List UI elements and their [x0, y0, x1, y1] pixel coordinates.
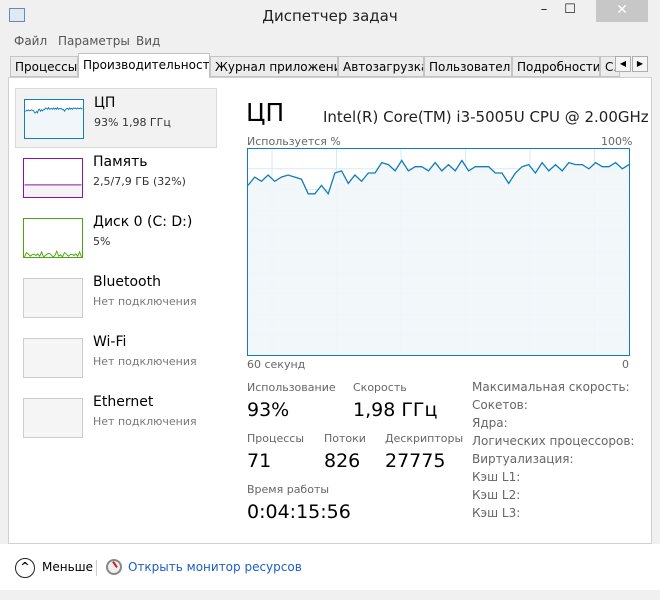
- handles-value: 27775: [385, 450, 446, 472]
- sidebar-item-ethernet[interactable]: Ethernet Нет подключения: [15, 388, 217, 448]
- sidebar-item-cpu-name: ЦП: [94, 95, 116, 111]
- sidebar-item-ethernet-status: Нет подключения: [93, 415, 197, 428]
- threads-label: Потоки: [324, 432, 366, 445]
- sidebar-item-memory[interactable]: Память 2,5/7,9 ГБ (32%): [15, 148, 217, 208]
- tab-details[interactable]: Подробности: [512, 56, 600, 77]
- title-bar: Диспетчер задач – ☐ ✕: [0, 0, 660, 32]
- tab-performance[interactable]: Производительность: [78, 53, 210, 78]
- tab-scroll-left[interactable]: ◀: [615, 56, 631, 72]
- cpu-model: Intel(R) Core(TM) i3-5005U CPU @ 2.00GHz: [323, 108, 649, 126]
- window-border: [0, 590, 660, 600]
- sidebar-item-cpu-thumbnail: [24, 99, 84, 139]
- tab-processes[interactable]: Процессы: [10, 56, 78, 77]
- processes-value: 71: [247, 450, 272, 472]
- sidebar-item-cpu-status: 93% 1,98 ГГц: [94, 116, 171, 129]
- sidebar-item-memory-name: Память: [93, 154, 148, 170]
- sidebar-item-memory-thumbnail: [23, 158, 83, 198]
- threads-value: 826: [324, 450, 361, 472]
- speed-label: Скорость: [353, 381, 407, 394]
- spec-label: Виртуализация:: [472, 452, 574, 466]
- chart-title: Используется %: [247, 135, 341, 148]
- sidebar-item-ethernet-thumbnail: [23, 398, 83, 438]
- chart-ymax-label: 100%: [601, 135, 633, 148]
- sidebar-item-wifi-name: Wi-Fi: [93, 334, 127, 350]
- sidebar-item-wifi-status: Нет подключения: [93, 355, 197, 368]
- close-button[interactable]: ✕: [596, 0, 648, 22]
- spec-label: Кэш L1:: [472, 470, 521, 484]
- chevron-up-icon[interactable]: ^: [15, 558, 35, 578]
- chart-xlabel-left: 60 секунд: [247, 358, 306, 371]
- processes-label: Процессы: [247, 432, 305, 445]
- spec-label: Кэш L2:: [472, 488, 521, 502]
- menu-file[interactable]: Файл: [14, 34, 47, 48]
- spec-label: Ядра:: [472, 416, 508, 430]
- usage-value: 93%: [247, 399, 290, 421]
- sidebar-item-wifi-thumbnail: [23, 338, 83, 378]
- sidebar-item-disk-name: Диск 0 (C: D:): [93, 214, 193, 230]
- tab-users[interactable]: Пользователи: [424, 56, 512, 77]
- open-resource-monitor-link[interactable]: Открыть монитор ресурсов: [128, 560, 302, 574]
- chart-xlabel-right: 0: [622, 358, 629, 371]
- spec-label: Максимальная скорость:: [472, 380, 630, 394]
- cpu-usage-area: [248, 160, 629, 356]
- tab-startup[interactable]: Автозагрузка: [338, 56, 424, 77]
- sidebar-item-wifi[interactable]: Wi-Fi Нет подключения: [15, 328, 217, 388]
- cpu-usage-chart: [247, 148, 630, 356]
- handles-label: Дескрипторы: [385, 432, 464, 445]
- tab-bar: Процессы Производительность Журнал прило…: [8, 53, 658, 78]
- resource-monitor-icon: [106, 559, 122, 575]
- spec-label: Кэш L3:: [472, 506, 521, 520]
- tab-app-history[interactable]: Журнал приложений: [210, 56, 338, 77]
- menu-view[interactable]: Вид: [136, 34, 160, 48]
- sidebar-item-bluetooth-thumbnail: [23, 278, 83, 318]
- fewer-details-button[interactable]: Меньше: [42, 560, 93, 574]
- divider: [96, 560, 97, 576]
- sidebar-item-ethernet-name: Ethernet: [93, 394, 154, 410]
- speed-value: 1,98 ГГц: [353, 399, 438, 421]
- sidebar-item-bluetooth-name: Bluetooth: [93, 274, 161, 290]
- sidebar-item-memory-status: 2,5/7,9 ГБ (32%): [93, 175, 186, 188]
- sidebar-item-disk-thumbnail: [23, 218, 83, 258]
- tab-scroll-right[interactable]: ▶: [632, 56, 648, 72]
- sidebar-item-bluetooth[interactable]: Bluetooth Нет подключения: [15, 268, 217, 328]
- spec-label: Логических процессоров:: [472, 434, 635, 448]
- minimize-button[interactable]: –: [530, 0, 558, 22]
- sidebar-item-disk[interactable]: Диск 0 (C: D:) 5%: [15, 208, 217, 268]
- sidebar-item-bluetooth-status: Нет подключения: [93, 295, 197, 308]
- sidebar-item-disk-status: 5%: [93, 235, 111, 248]
- page-title: ЦП: [246, 98, 285, 127]
- spec-label: Сокетов:: [472, 398, 528, 412]
- usage-label: Использование: [247, 381, 336, 394]
- performance-panel: ЦП 93% 1,98 ГГц Память 2,5/7,9 ГБ (32%) Диск…: [8, 77, 652, 544]
- maximize-button[interactable]: ☐: [556, 0, 584, 22]
- menu-options[interactable]: Параметры: [58, 34, 130, 48]
- uptime-value: 0:04:15:56: [247, 501, 351, 523]
- sidebar-item-cpu[interactable]: ЦП 93% 1,98 ГГц: [15, 88, 217, 148]
- uptime-label: Время работы: [247, 483, 330, 496]
